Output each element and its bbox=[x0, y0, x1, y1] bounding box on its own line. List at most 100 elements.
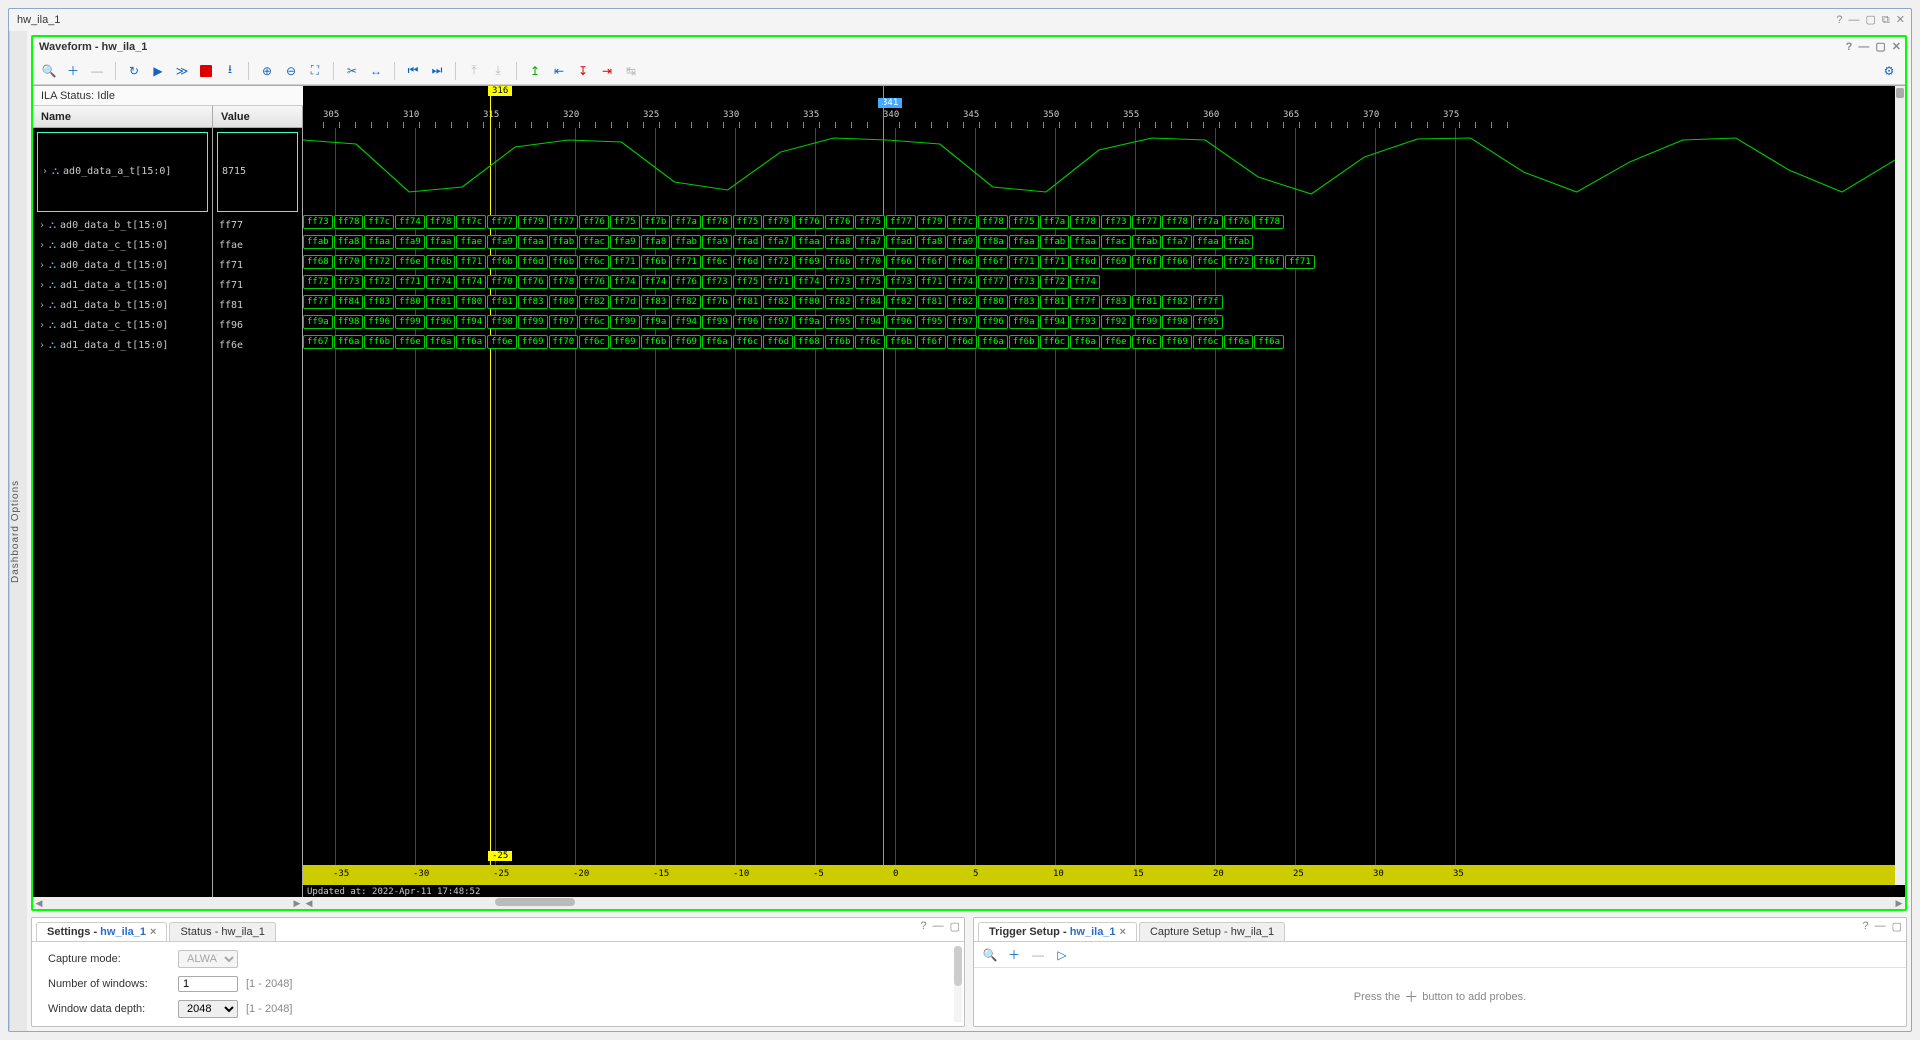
zoom-fit-icon[interactable]: ⛶ bbox=[305, 61, 325, 81]
wave-minimize-icon[interactable]: — bbox=[1858, 37, 1869, 57]
del-marker-icon[interactable]: ⇥ bbox=[597, 61, 617, 81]
ruler-bot-label: -25 bbox=[493, 869, 509, 879]
bus-segment: ff6d bbox=[518, 255, 548, 269]
signal-name-row[interactable]: ›⛬ad0_data_a_t[15:0] bbox=[37, 132, 208, 212]
tab-trigger-setup[interactable]: Trigger Setup - hw_ila_1× bbox=[978, 922, 1137, 941]
signal-value-row[interactable]: ff71 bbox=[213, 256, 302, 276]
trigger-help-icon[interactable]: ? bbox=[1862, 920, 1868, 933]
wave-vscroll[interactable] bbox=[1895, 86, 1905, 885]
hscroll-right-arrow-icon[interactable]: ▶ bbox=[291, 897, 303, 909]
signal-name-row[interactable]: ›⛬ad1_data_d_t[15:0] bbox=[33, 336, 212, 356]
signal-value-row[interactable]: ffae bbox=[213, 236, 302, 256]
next-marker-icon[interactable]: ↧ bbox=[573, 61, 593, 81]
trigger-max-icon[interactable]: ▢ bbox=[1892, 920, 1902, 933]
value-column-header[interactable]: Value bbox=[213, 106, 302, 128]
signal-value-row[interactable]: ff81 bbox=[213, 296, 302, 316]
remove-icon[interactable]: — bbox=[87, 61, 107, 81]
signal-name-row[interactable]: ›⛬ad0_data_c_t[15:0] bbox=[33, 236, 212, 256]
num-windows-input[interactable] bbox=[178, 976, 238, 992]
tab-settings[interactable]: Settings - hw_ila_1× bbox=[36, 922, 167, 941]
prev-marker-icon[interactable]: ⇤ bbox=[549, 61, 569, 81]
bus-segment: ff6e bbox=[1101, 335, 1131, 349]
swap-marker-icon[interactable]: ↹ bbox=[621, 61, 641, 81]
signal-value-row[interactable]: ff6e bbox=[213, 336, 302, 356]
bus-icon: ⛬ bbox=[49, 336, 56, 356]
help-icon[interactable]: ? bbox=[1836, 9, 1842, 31]
wave-close-icon[interactable]: ✕ bbox=[1892, 37, 1901, 57]
bus-segment: ffae bbox=[456, 235, 486, 249]
bottom-cursor-marker[interactable]: -25 bbox=[488, 851, 512, 861]
bus-segment: ff70 bbox=[549, 335, 579, 349]
expand-icon[interactable]: › bbox=[39, 276, 45, 296]
cursor-marker-341[interactable]: 341 bbox=[878, 98, 902, 108]
tab-status[interactable]: Status - hw_ila_1 bbox=[169, 922, 275, 941]
wave-hscroll-track[interactable] bbox=[315, 897, 1893, 909]
dashboard-options-tab[interactable]: Dashboard Options bbox=[9, 31, 27, 1031]
go-first-icon[interactable]: ⏮ bbox=[403, 61, 423, 81]
prev-edge-icon[interactable]: ⤒ bbox=[464, 61, 484, 81]
settings-help-icon[interactable]: ? bbox=[920, 920, 926, 933]
goto-cursor-icon[interactable]: ↔ bbox=[366, 61, 386, 81]
signal-name-row[interactable]: ›⛬ad0_data_b_t[15:0] bbox=[33, 216, 212, 236]
signal-name-row[interactable]: ›⛬ad1_data_a_t[15:0] bbox=[33, 276, 212, 296]
settings-vscroll[interactable] bbox=[954, 946, 962, 1022]
cut-icon[interactable]: ✂ bbox=[342, 61, 362, 81]
next-edge-icon[interactable]: ⤓ bbox=[488, 61, 508, 81]
zoom-in-icon[interactable]: ⊕ bbox=[257, 61, 277, 81]
expand-icon[interactable]: › bbox=[39, 316, 45, 336]
go-last-icon[interactable]: ⏭ bbox=[427, 61, 447, 81]
tab-trigger-close-icon[interactable]: × bbox=[1120, 926, 1126, 938]
search-icon[interactable]: 🔍 bbox=[39, 61, 59, 81]
stop-icon[interactable] bbox=[196, 61, 216, 81]
signal-value-row[interactable]: ff71 bbox=[213, 276, 302, 296]
bus-segment: ff79 bbox=[917, 215, 947, 229]
signal-value-row[interactable]: 8715 bbox=[217, 132, 298, 212]
depth-select[interactable]: 2048 bbox=[178, 1000, 238, 1018]
zoom-out-icon[interactable]: ⊖ bbox=[281, 61, 301, 81]
run-icon[interactable]: ▶ bbox=[148, 61, 168, 81]
name-column-header[interactable]: Name bbox=[33, 106, 212, 128]
signal-value-row[interactable]: ff77 bbox=[213, 216, 302, 236]
expand-icon[interactable]: › bbox=[39, 336, 45, 356]
window-title: hw_ila_1 bbox=[17, 14, 60, 26]
maximize-icon[interactable]: ▢ bbox=[1866, 9, 1876, 31]
trig-add-icon[interactable]: ＋ bbox=[1004, 945, 1024, 965]
settings-gear-icon[interactable]: ⚙ bbox=[1879, 61, 1899, 81]
export-icon[interactable]: ⭳ bbox=[220, 61, 240, 81]
trig-gate-icon[interactable]: ▷ bbox=[1052, 945, 1072, 965]
expand-icon[interactable]: › bbox=[42, 162, 48, 182]
settings-max-icon[interactable]: ▢ bbox=[950, 920, 960, 933]
signal-name-row[interactable]: ›⛬ad1_data_b_t[15:0] bbox=[33, 296, 212, 316]
expand-icon[interactable]: › bbox=[39, 256, 45, 276]
wave-help-icon[interactable]: ? bbox=[1846, 37, 1853, 57]
wave-hscroll-thumb[interactable] bbox=[495, 898, 575, 906]
wave-hscroll-right-arrow-icon[interactable]: ▶ bbox=[1893, 897, 1905, 909]
refresh-icon[interactable]: ↻ bbox=[124, 61, 144, 81]
run-all-icon[interactable]: ≫ bbox=[172, 61, 192, 81]
add-icon[interactable]: ＋ bbox=[63, 61, 83, 81]
signal-name-row[interactable]: ›⛬ad0_data_d_t[15:0] bbox=[33, 256, 212, 276]
cursor-marker-316[interactable]: 316 bbox=[488, 86, 512, 96]
tab-capture-setup[interactable]: Capture Setup - hw_ila_1 bbox=[1139, 922, 1285, 941]
trig-remove-icon[interactable]: — bbox=[1028, 945, 1048, 965]
minimize-icon[interactable]: — bbox=[1849, 9, 1860, 31]
wave-hscroll-left-arrow-icon[interactable]: ◀ bbox=[303, 897, 315, 909]
capture-mode-select[interactable]: ALWAYS bbox=[178, 950, 238, 968]
trig-search-icon[interactable]: 🔍 bbox=[980, 945, 1000, 965]
signal-name-row[interactable]: ›⛬ad1_data_c_t[15:0] bbox=[33, 316, 212, 336]
trigger-min-icon[interactable]: — bbox=[1875, 920, 1886, 933]
close-icon[interactable]: ✕ bbox=[1896, 9, 1905, 31]
hscroll-left-arrow-icon[interactable]: ◀ bbox=[33, 897, 45, 909]
signal-value-row[interactable]: ff96 bbox=[213, 316, 302, 336]
expand-icon[interactable]: › bbox=[39, 236, 45, 256]
bus-segment: ff99 bbox=[518, 315, 548, 329]
waveform-view[interactable]: 316 341 30531031532032533033534034535035… bbox=[303, 86, 1905, 897]
tab-settings-close-icon[interactable]: × bbox=[150, 926, 156, 938]
expand-icon[interactable]: › bbox=[39, 216, 45, 236]
restore-icon[interactable]: ⧉ bbox=[1882, 9, 1890, 31]
add-marker-icon[interactable]: ↥ bbox=[525, 61, 545, 81]
settings-min-icon[interactable]: — bbox=[933, 920, 944, 933]
wave-maximize-icon[interactable]: ▢ bbox=[1875, 37, 1885, 57]
expand-icon[interactable]: › bbox=[39, 296, 45, 316]
bus-segment: ff94 bbox=[1040, 315, 1070, 329]
